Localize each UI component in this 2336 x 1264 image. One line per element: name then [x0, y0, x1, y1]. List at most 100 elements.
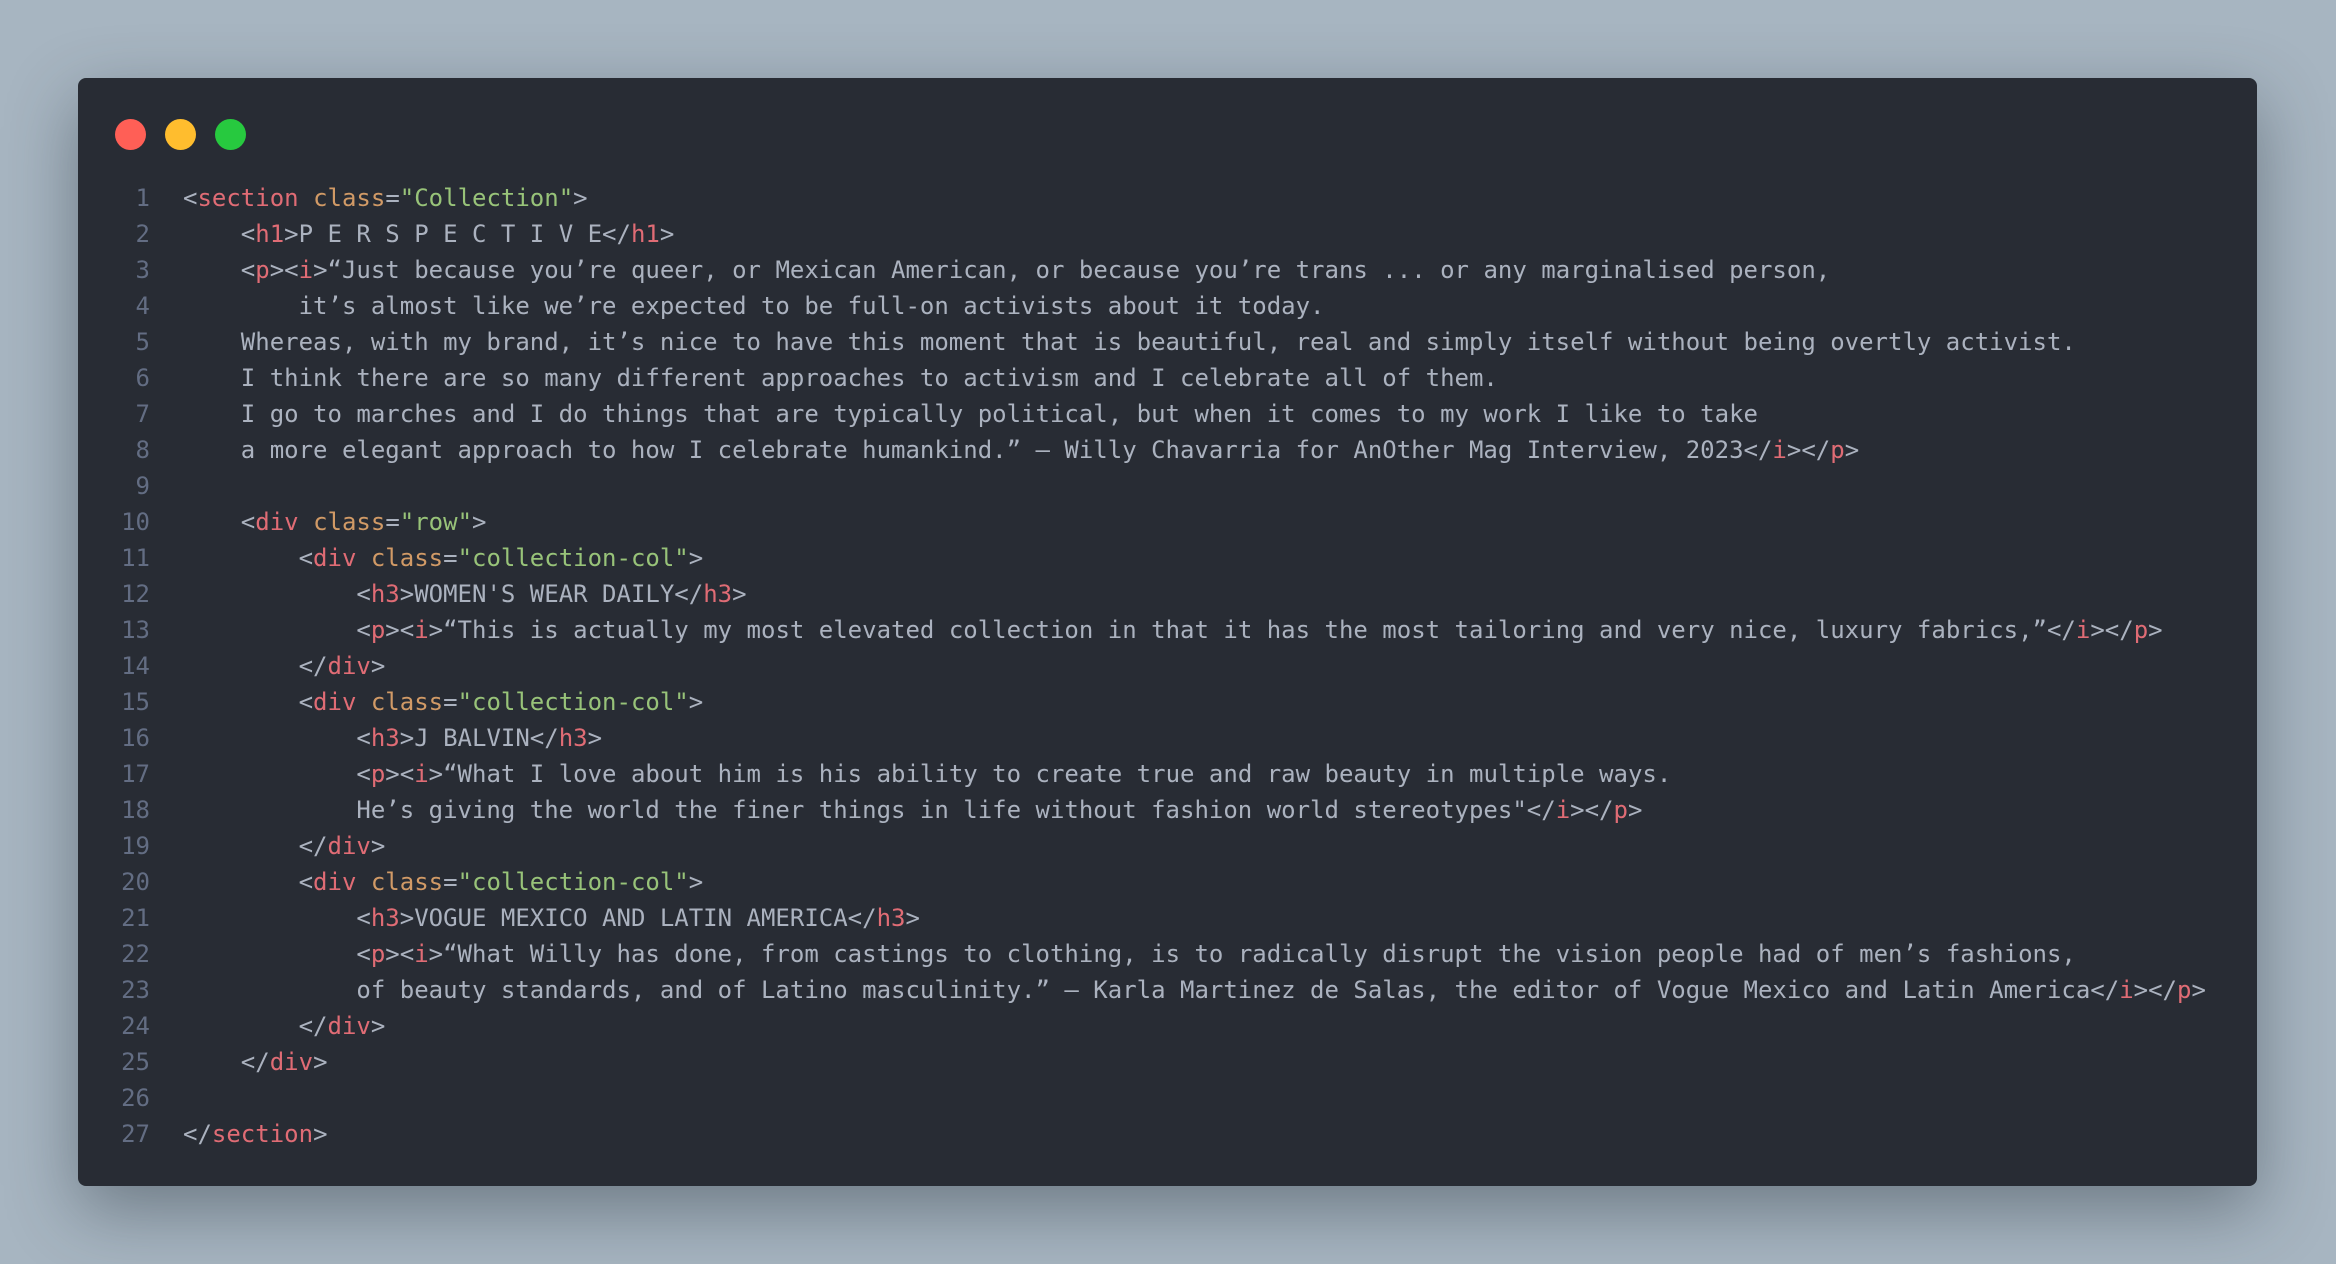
- code-line-text: </section>: [150, 1116, 328, 1152]
- code-line-text: it’s almost like we’re expected to be fu…: [150, 288, 1325, 324]
- text-token: >: [2191, 976, 2206, 1004]
- close-window-button[interactable]: [115, 119, 146, 150]
- line-number: 8: [135, 436, 150, 464]
- code-line: 9: [78, 468, 2206, 504]
- text-token: >: [688, 688, 704, 716]
- text-token: <: [183, 508, 256, 536]
- attribute-token: class: [370, 868, 444, 896]
- code-line: 2 <h1>P E R S P E C T I V E</h1>: [78, 216, 2206, 252]
- line-number: 6: [135, 364, 150, 392]
- text-token: ></: [2133, 976, 2178, 1004]
- code-line: 1 <section class="Collection">: [78, 180, 2206, 216]
- tag-token: i: [298, 256, 314, 284]
- string-token: "collection-col": [457, 868, 689, 896]
- text-token: >: [659, 220, 675, 248]
- text-token: >VOGUE MEXICO AND LATIN AMERICA</: [399, 904, 877, 932]
- text-token: >: [573, 184, 588, 212]
- text-token: I go to marches and I do things that are…: [183, 400, 1758, 428]
- text-token: >: [905, 904, 920, 932]
- text-token: =: [385, 508, 400, 536]
- code-line: 11 <div class="collection-col">: [78, 540, 2206, 576]
- line-number: 7: [135, 400, 150, 428]
- text-token: ><: [269, 256, 299, 284]
- code-line-text: <p><i>“What I love about him is his abil…: [150, 756, 1671, 792]
- tag-token: h3: [703, 580, 733, 608]
- tag-token: p: [2133, 616, 2149, 644]
- text-token: </: [183, 832, 328, 860]
- code-line-text: </div>: [150, 1044, 328, 1080]
- text-token: >P E R S P E C T I V E</: [284, 220, 631, 248]
- line-number: 18: [121, 796, 150, 824]
- code-line: 14 </div>: [78, 648, 2206, 684]
- text-token: </: [183, 1048, 270, 1076]
- maximize-window-button[interactable]: [215, 119, 246, 150]
- code-line-text: </div>: [150, 828, 386, 864]
- tag-token: div: [313, 688, 357, 716]
- code-line: 13 <p><i>“This is actually my most eleva…: [78, 612, 2206, 648]
- code-window: 1 <section class="Collection"> 2 <h1>P E R…: [78, 78, 2257, 1186]
- code-line: 26: [78, 1080, 2206, 1116]
- text-token: ></: [2090, 616, 2134, 644]
- line-number: 1: [135, 184, 150, 212]
- window-controls: [115, 119, 246, 150]
- code-line-text: a more elegant approach to how I celebra…: [150, 432, 1859, 468]
- text-token: <: [183, 220, 256, 248]
- text-token: >: [472, 508, 487, 536]
- tag-token: h3: [370, 580, 400, 608]
- text-token: <: [183, 868, 314, 896]
- code-line-text: <section class="Collection">: [150, 180, 588, 216]
- tag-token: div: [269, 1048, 314, 1076]
- tag-token: p: [370, 616, 386, 644]
- text-token: >: [2148, 616, 2163, 644]
- text-token: a more elegant approach to how I celebra…: [183, 436, 1773, 464]
- attribute-token: class: [313, 184, 386, 212]
- code-line-text: <h3>J BALVIN</h3>: [150, 720, 602, 756]
- code-line: 16 <h3>J BALVIN</h3>: [78, 720, 2206, 756]
- text-token: <: [183, 616, 371, 644]
- text-token: ><: [385, 760, 415, 788]
- line-number: 26: [121, 1084, 150, 1112]
- text-token: <: [183, 724, 371, 752]
- code-line: 19 </div>: [78, 828, 2206, 864]
- tag-token: div: [255, 508, 299, 536]
- code-line-text: He’s giving the world the finer things i…: [150, 792, 1642, 828]
- text-token: ></: [1570, 796, 1614, 824]
- code-line: 21 <h3>VOGUE MEXICO AND LATIN AMERICA</h…: [78, 900, 2206, 936]
- text-token: >J BALVIN</: [399, 724, 559, 752]
- text-token: ><: [385, 940, 415, 968]
- line-number: 24: [121, 1012, 150, 1040]
- code-line: 3 <p><i>“Just because you’re queer, or M…: [78, 252, 2206, 288]
- text-token: =: [443, 544, 458, 572]
- text-token: >: [732, 580, 747, 608]
- text-token: <: [183, 580, 371, 608]
- string-token: "collection-col": [457, 688, 689, 716]
- attribute-token: class: [370, 688, 444, 716]
- text-token: </: [183, 1012, 328, 1040]
- line-number: 16: [121, 724, 150, 752]
- text-token: >: [370, 832, 386, 860]
- code-line-text: <p><i>“What Willy has done, from casting…: [150, 936, 2075, 972]
- tag-token: p: [2177, 976, 2192, 1004]
- text-token: ></: [1786, 436, 1831, 464]
- line-number: 15: [121, 688, 150, 716]
- text-token: <: [183, 184, 198, 212]
- text-token: <: [183, 760, 371, 788]
- code-line: 8 a more elegant approach to how I celeb…: [78, 432, 2206, 468]
- line-number: 22: [121, 940, 150, 968]
- text-token: >“Just because you’re queer, or Mexican …: [313, 256, 1831, 284]
- line-number: 3: [135, 256, 150, 284]
- text-token: it’s almost like we’re expected to be fu…: [183, 292, 1325, 320]
- line-number: 25: [121, 1048, 150, 1076]
- code-line: 17 <p><i>“What I love about him is his a…: [78, 756, 2206, 792]
- tag-token: h3: [370, 724, 400, 752]
- text-token: >“What I love about him is his ability t…: [428, 760, 1672, 788]
- code-line: 7 I go to marches and I do things that a…: [78, 396, 2206, 432]
- code-line-text: I go to marches and I do things that are…: [150, 396, 1758, 432]
- code-line: 22 <p><i>“What Willy has done, from cast…: [78, 936, 2206, 972]
- minimize-window-button[interactable]: [165, 119, 196, 150]
- text-token: >: [1627, 796, 1643, 824]
